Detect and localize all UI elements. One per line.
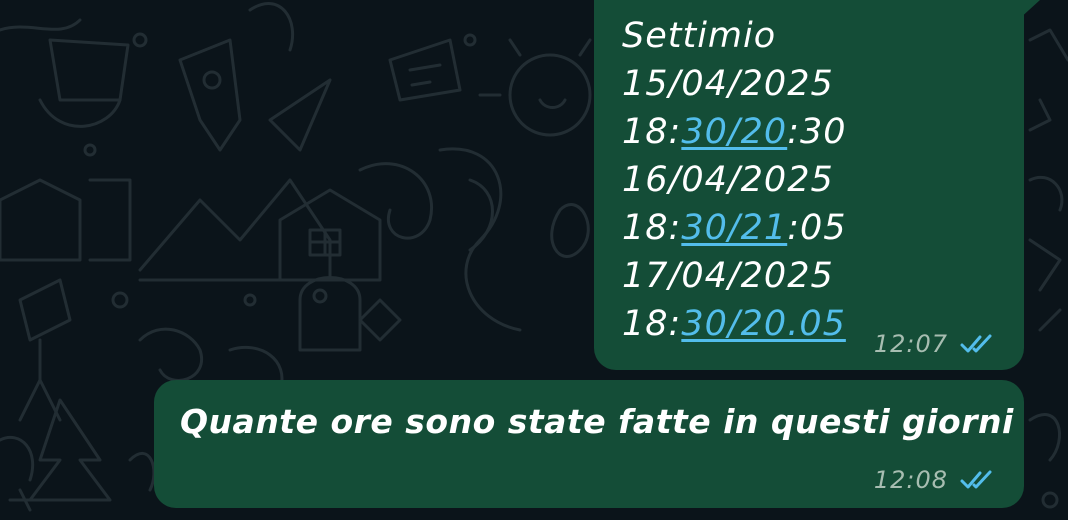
line-text: 15/04/2025 <box>622 64 834 104</box>
message-line: 16/04/2025 <box>622 156 847 204</box>
message-line: 18:30/20.05 <box>622 300 847 348</box>
line-text: 18: <box>622 208 682 248</box>
message-line: Settimio <box>622 12 847 60</box>
message-text: Quante ore sono state fatte in questi gi… <box>180 402 1014 441</box>
line-text: :05 <box>787 208 847 248</box>
line-text: :30 <box>787 112 847 152</box>
message-meta: 12:07 <box>874 330 998 358</box>
phone-number-link[interactable]: 30/20 <box>681 112 787 152</box>
message-bubble-outgoing[interactable]: Quante ore sono state fatte in questi gi… <box>154 380 1024 508</box>
message-line: 18:30/21:05 <box>622 204 847 252</box>
message-line: 18:30/20:30 <box>622 108 847 156</box>
message-text: Settimio 15/04/2025 18:30/20:30 16/04/20… <box>622 12 847 348</box>
message-bubble-outgoing[interactable]: Settimio 15/04/2025 18:30/20:30 16/04/20… <box>594 0 1024 370</box>
message-time: 12:08 <box>873 466 948 494</box>
phone-number-link[interactable]: 30/20.05 <box>681 304 846 344</box>
double-check-read-icon <box>960 470 992 489</box>
line-text: 18: <box>622 112 682 152</box>
line-text: 18: <box>622 304 682 344</box>
line-text: 16/04/2025 <box>622 160 834 200</box>
line-text: 17/04/2025 <box>622 256 834 296</box>
line-text: Settimio <box>622 16 777 56</box>
message-line: 15/04/2025 <box>622 60 847 108</box>
message-time: 12:07 <box>873 330 948 358</box>
bubble-tail <box>1018 0 1040 20</box>
double-check-read-icon <box>960 334 992 353</box>
message-line: 17/04/2025 <box>622 252 847 300</box>
phone-number-link[interactable]: 30/21 <box>681 208 787 248</box>
message-meta: 12:08 <box>874 466 998 494</box>
